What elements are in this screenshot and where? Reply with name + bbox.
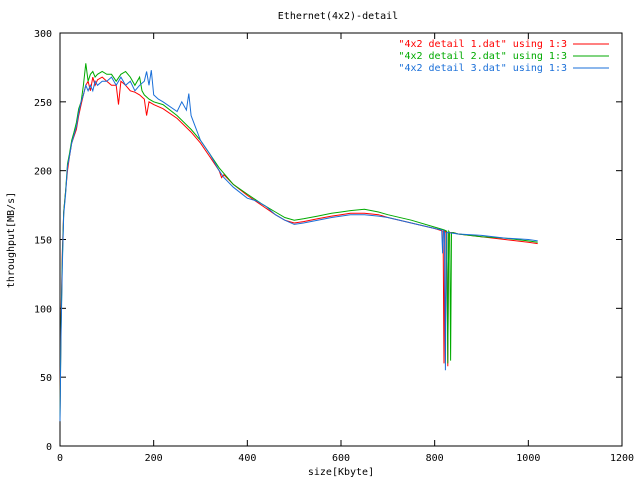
legend-label-2: "4x2 detail 2.dat" using 1:3 [398,51,567,62]
series-lines [59,63,538,422]
x-tick-label: 0 [57,453,63,464]
y-tick-label: 250 [34,98,52,109]
legend: "4x2 detail 1.dat" using 1:3"4x2 detail … [398,39,609,74]
chart-title: Ethernet(4x2)-detail [278,11,398,22]
series-line-3 [59,70,538,422]
y-tick-label: 150 [34,236,52,247]
y-tick-label: 300 [34,29,52,40]
series-line-1 [59,76,538,412]
y-tick-label: 50 [40,373,52,384]
y-tick-labels: 0 50 100 150 200 250 300 [34,29,52,453]
series-line-2 [59,63,538,419]
y-tick-label: 200 [34,167,52,178]
legend-label-3: "4x2 detail 3.dat" using 1:3 [398,63,567,74]
x-tick-label: 800 [426,453,444,464]
legend-label-1: "4x2 detail 1.dat" using 1:3 [398,39,567,50]
x-tick-label: 1200 [610,453,634,464]
x-tick-label: 1000 [516,453,540,464]
x-tick-label: 200 [145,453,163,464]
x-axis-label: size[Kbyte] [308,467,374,478]
chart-svg: 0 200 400 600 800 1000 1200 0 50 100 150 200 250 300… [6,11,634,478]
x-tick-label: 600 [332,453,350,464]
y-tick-label: 100 [34,304,52,315]
y-axis-label: throughput[MB/s] [6,192,17,288]
x-tick-label: 400 [238,453,256,464]
y-tick-label: 0 [46,442,52,453]
x-tick-labels: 0 200 400 600 800 1000 1200 [57,453,634,464]
